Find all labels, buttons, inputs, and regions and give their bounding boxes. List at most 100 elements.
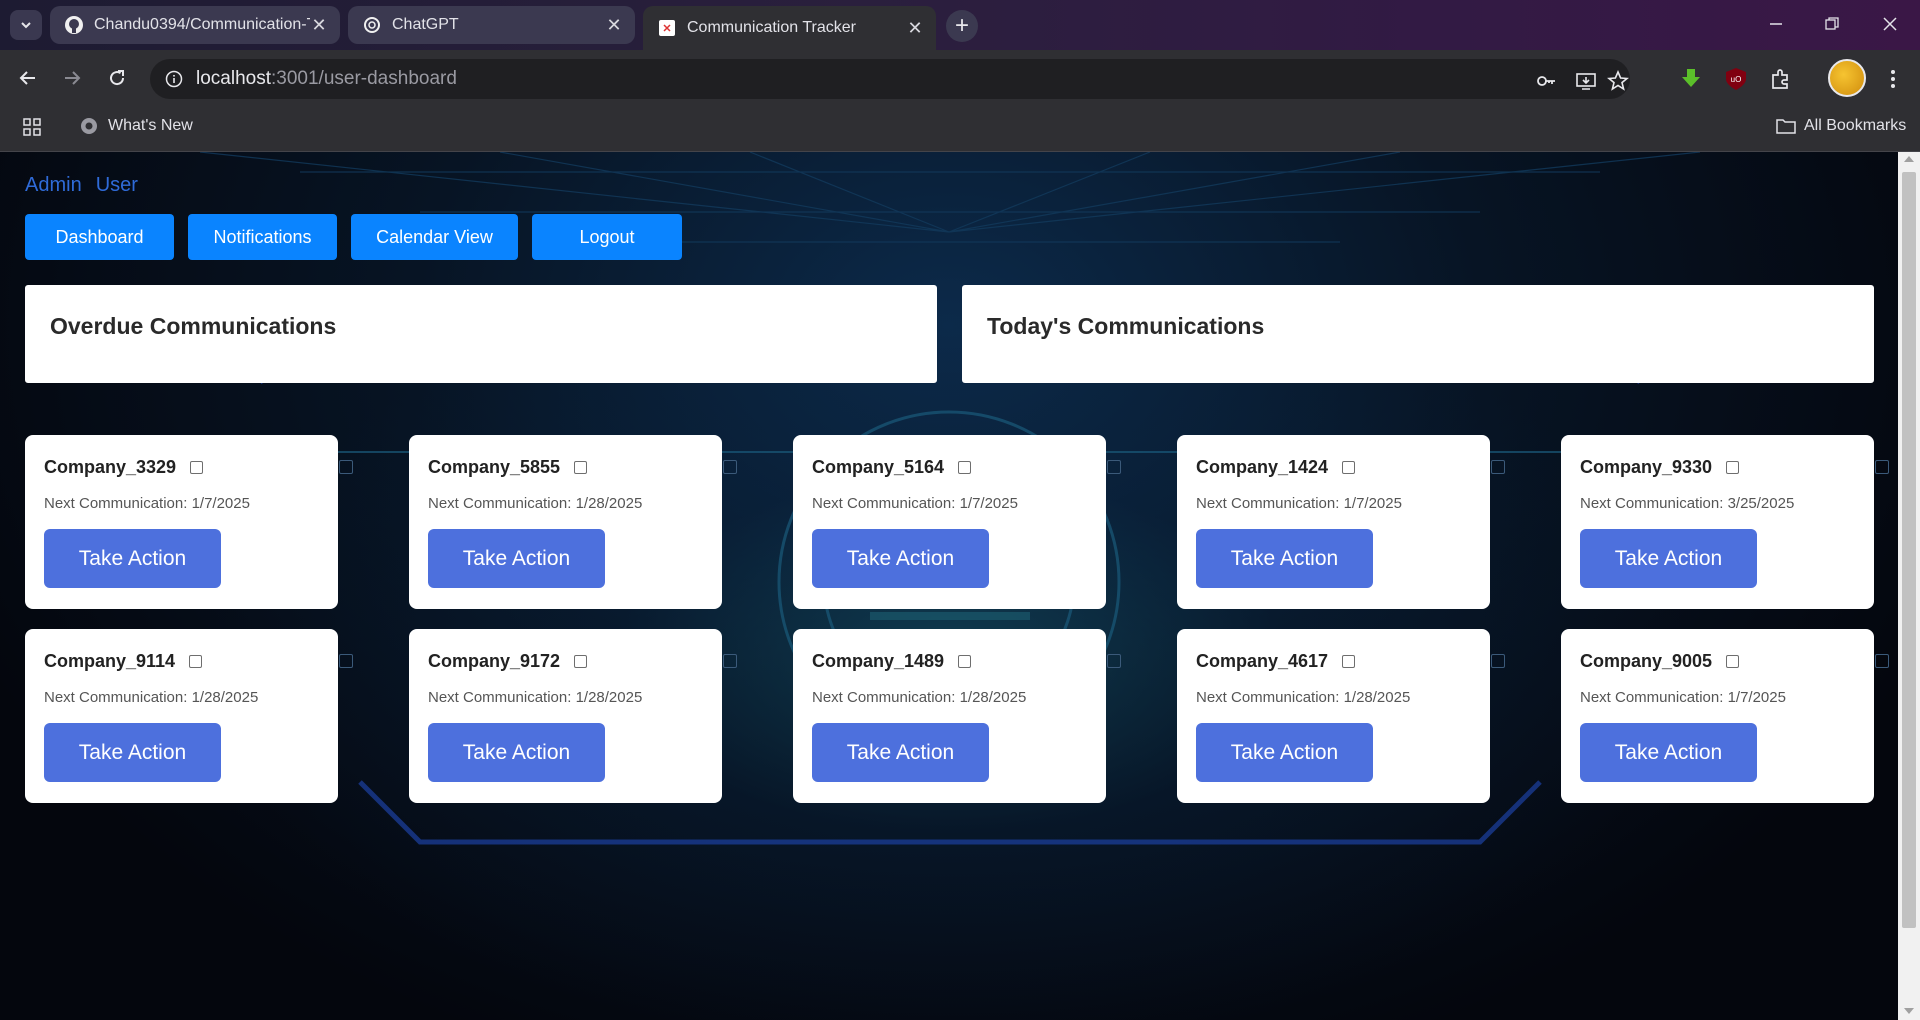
take-action-button[interactable]: Take Action [812, 529, 989, 588]
user-link[interactable]: User [96, 174, 138, 196]
kebab-menu-icon[interactable] [1880, 66, 1906, 92]
next-date: 1/7/2025 [191, 495, 250, 512]
card-header: Company_9005 [1580, 651, 1855, 672]
company-card: Company_9005 Next Communication: 1/7/202… [1561, 629, 1874, 803]
company-card: Company_9172 Next Communication: 1/28/20… [409, 629, 722, 803]
select-checkbox[interactable] [958, 461, 972, 474]
tab-communication-tracker[interactable]: Communication Tracker ✕ [643, 6, 936, 50]
todays-communications-panel: Today's Communications [962, 285, 1874, 383]
take-action-button[interactable]: Take Action [1580, 529, 1757, 588]
next-date: 1/28/2025 [575, 689, 643, 706]
key-icon[interactable] [1534, 69, 1558, 93]
tab-title: Communication Tracker [687, 19, 856, 36]
extensions-puzzle-icon[interactable] [1768, 66, 1794, 92]
select-checkbox[interactable] [1342, 461, 1356, 474]
scroll-down-arrow-icon[interactable] [1904, 1008, 1914, 1014]
bookmark-label: What's New [108, 117, 193, 134]
select-checkbox[interactable] [574, 655, 588, 668]
company-card: Company_3329 Next Communication: 1/7/202… [25, 435, 338, 609]
reload-button[interactable] [101, 62, 133, 94]
today-heading: Today's Communications [987, 313, 1265, 339]
overdue-communications-panel: Overdue Communications [25, 285, 937, 383]
select-checkbox[interactable] [958, 655, 972, 668]
scroll-thumb[interactable] [1902, 172, 1916, 928]
new-tab-button[interactable]: + [946, 10, 978, 42]
overdue-heading: Overdue Communications [50, 313, 337, 339]
bookmark-whats-new[interactable]: What's New [80, 117, 193, 135]
company-card: Company_4617 Next Communication: 1/28/20… [1177, 629, 1490, 803]
decor-square [1107, 654, 1121, 668]
take-action-button[interactable]: Take Action [1196, 723, 1373, 782]
card-header: Company_5855 [428, 457, 703, 478]
admin-link[interactable]: Admin [25, 174, 82, 196]
next-label: Next Communication: [1196, 495, 1344, 512]
bookmark-star-icon[interactable] [1606, 69, 1630, 93]
forward-button[interactable] [56, 62, 88, 94]
company-name: Company_9330 [1580, 457, 1713, 477]
decor-square [339, 460, 353, 474]
site-info-icon[interactable] [164, 69, 184, 89]
take-action-button[interactable]: Take Action [1580, 723, 1757, 782]
close-icon[interactable]: ✕ [906, 18, 924, 39]
close-icon[interactable]: ✕ [310, 15, 328, 36]
select-checkbox[interactable] [1726, 461, 1740, 474]
tab-chatgpt[interactable]: ChatGPT ✕ [348, 6, 635, 44]
browser-toolbar: localhost:3001/user-dashboard uO [0, 50, 1920, 107]
minimize-icon [1770, 23, 1782, 25]
company-name: Company_9172 [428, 651, 561, 671]
minimize-button[interactable] [1752, 8, 1800, 40]
decor-square [723, 654, 737, 668]
take-action-button[interactable]: Take Action [1196, 529, 1373, 588]
company-card: Company_5164 Next Communication: 1/7/202… [793, 435, 1106, 609]
select-checkbox[interactable] [1726, 655, 1740, 668]
tab-title: ChatGPT [392, 16, 459, 33]
select-checkbox[interactable] [574, 461, 588, 474]
close-icon [1883, 17, 1897, 31]
next-date: 1/28/2025 [575, 495, 643, 512]
plus-icon: + [954, 12, 969, 39]
company-card: Company_9114 Next Communication: 1/28/20… [25, 629, 338, 803]
company-card: Company_5855 Next Communication: 1/28/20… [409, 435, 722, 609]
next-communication: Next Communication: 1/7/2025 [44, 495, 319, 512]
install-app-icon[interactable] [1574, 69, 1598, 93]
role-links: Admin User [25, 174, 152, 197]
restore-button[interactable] [1808, 8, 1856, 40]
ublock-icon[interactable]: uO [1723, 66, 1749, 92]
calendar-view-button[interactable]: Calendar View [351, 214, 518, 260]
svg-text:uO: uO [1731, 75, 1742, 84]
next-label: Next Communication: [1580, 495, 1728, 512]
apps-grid-icon[interactable] [22, 117, 42, 137]
tab-github[interactable]: Chandu0394/Communication-T ✕ [50, 6, 340, 44]
select-checkbox[interactable] [189, 655, 203, 668]
page-scrollbar[interactable] [1898, 152, 1920, 1020]
dashboard-button[interactable]: Dashboard [25, 214, 174, 260]
next-communication: Next Communication: 1/28/2025 [1196, 689, 1471, 706]
close-icon[interactable]: ✕ [605, 15, 623, 36]
download-extension-icon[interactable] [1678, 66, 1704, 92]
company-card: Company_1424 Next Communication: 1/7/202… [1177, 435, 1490, 609]
select-checkbox[interactable] [1342, 655, 1356, 668]
url-text: localhost:3001/user-dashboard [196, 68, 457, 90]
next-communication: Next Communication: 1/28/2025 [428, 689, 703, 706]
take-action-button[interactable]: Take Action [44, 723, 221, 782]
profile-avatar[interactable] [1828, 59, 1866, 97]
next-label: Next Communication: [428, 689, 576, 706]
close-window-button[interactable] [1866, 8, 1914, 40]
card-header: Company_9330 [1580, 457, 1855, 478]
take-action-button[interactable]: Take Action [428, 723, 605, 782]
bookmark-label: All Bookmarks [1804, 117, 1907, 134]
address-bar[interactable]: localhost:3001/user-dashboard [150, 59, 1630, 99]
logout-button[interactable]: Logout [532, 214, 682, 260]
back-button[interactable] [12, 62, 44, 94]
tab-search-button[interactable] [10, 10, 42, 40]
take-action-button[interactable]: Take Action [44, 529, 221, 588]
take-action-button[interactable]: Take Action [428, 529, 605, 588]
next-communication: Next Communication: 1/28/2025 [812, 689, 1087, 706]
select-checkbox[interactable] [190, 461, 204, 474]
all-bookmarks-button[interactable]: All Bookmarks [1776, 117, 1906, 135]
scroll-up-arrow-icon[interactable] [1904, 156, 1914, 162]
company-name: Company_5855 [428, 457, 561, 477]
take-action-button[interactable]: Take Action [812, 723, 989, 782]
next-date: 1/7/2025 [959, 495, 1018, 512]
notifications-button[interactable]: Notifications [188, 214, 337, 260]
